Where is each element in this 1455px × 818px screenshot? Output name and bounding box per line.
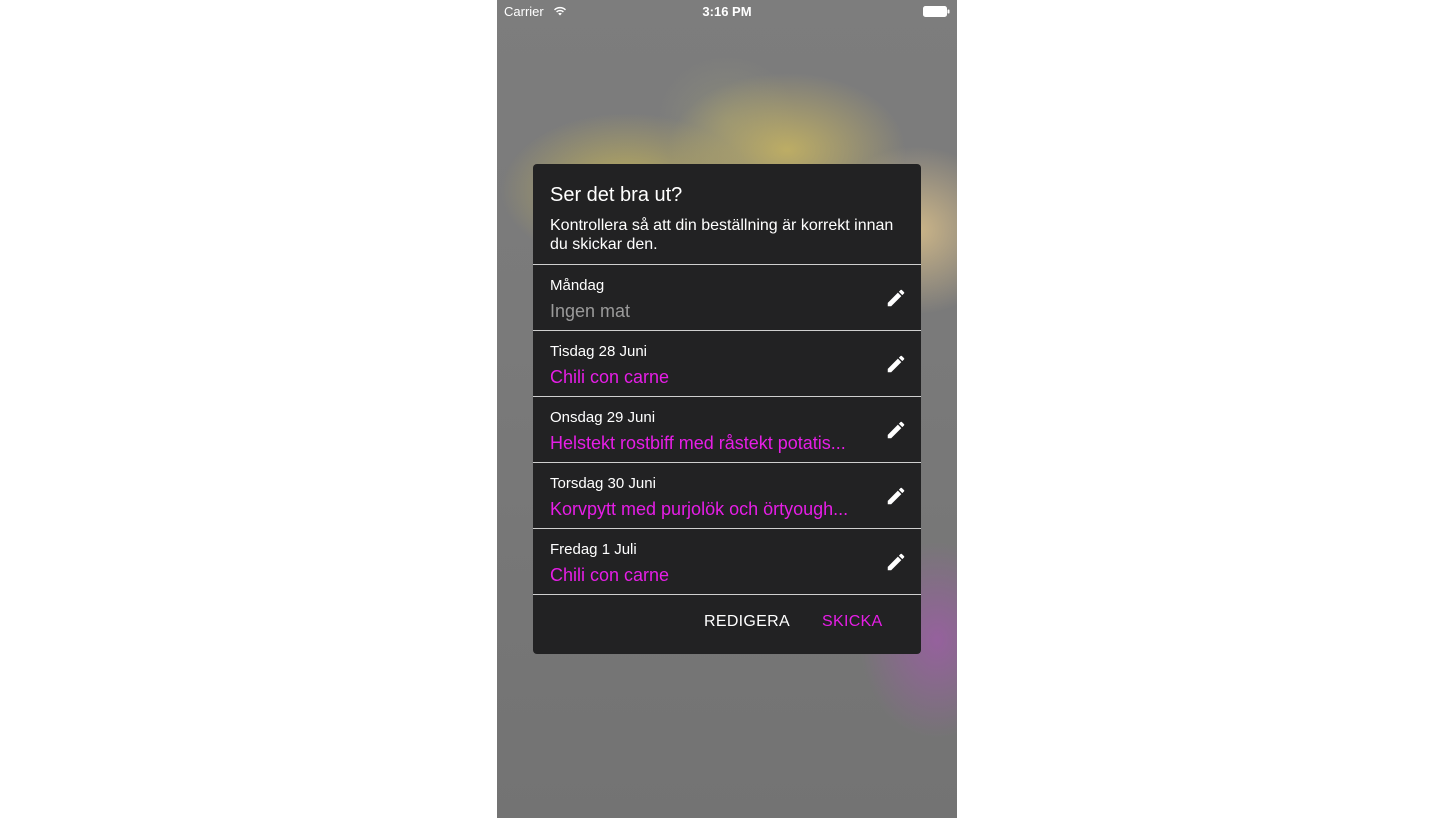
- day-label: Torsdag 30 Juni: [550, 475, 656, 492]
- day-label: Måndag: [550, 277, 605, 294]
- day-row-wednesday[interactable]: Onsdag 29 Juni Helstekt rostbiff med rås…: [533, 397, 921, 463]
- battery-icon: [923, 6, 950, 17]
- day-label: Onsdag 29 Juni: [550, 409, 656, 426]
- day-label: Fredag 1 Juli: [550, 541, 637, 558]
- pencil-icon[interactable]: [885, 353, 907, 375]
- day-row-thursday[interactable]: Torsdag 30 Juni Korvpytt med purjolök oc…: [533, 463, 921, 529]
- dialog-title: Ser det bra ut?: [550, 184, 683, 206]
- pencil-icon[interactable]: [885, 485, 907, 507]
- edit-button[interactable]: REDIGERA: [704, 613, 790, 631]
- day-row-tuesday[interactable]: Tisdag 28 Juni Chili con carne: [533, 331, 921, 397]
- dialog-message: Kontrollera så att din beställning är ko…: [550, 217, 894, 253]
- day-row-friday[interactable]: Fredag 1 Juli Chili con carne: [533, 529, 921, 595]
- status-bar: Carrier 3:16 PM: [497, 0, 957, 22]
- day-row-monday[interactable]: Måndag Ingen mat: [533, 265, 921, 331]
- phone-screen: Carrier 3:16 PM Ser det bra ut? Kontroll…: [497, 0, 957, 818]
- pencil-icon[interactable]: [885, 551, 907, 573]
- pencil-icon[interactable]: [885, 287, 907, 309]
- dialog-actions: REDIGERA SKICKA: [533, 595, 921, 651]
- meal-label: Ingen mat: [550, 301, 631, 321]
- clock-time: 3:16 PM: [702, 4, 752, 19]
- send-button[interactable]: SKICKA: [822, 613, 883, 631]
- pencil-icon[interactable]: [885, 419, 907, 441]
- order-confirmation-dialog: Ser det bra ut? Kontrollera så att din b…: [533, 164, 921, 654]
- meal-label: Korvpytt med purjolök och örtyough...: [550, 499, 849, 519]
- meal-label: Helstekt rostbiff med råstekt potatis...: [550, 433, 846, 453]
- meal-label: Chili con carne: [550, 565, 670, 585]
- meal-label: Chili con carne: [550, 367, 670, 387]
- day-label: Tisdag 28 Juni: [550, 343, 648, 360]
- dialog-header: Ser det bra ut? Kontrollera så att din b…: [533, 164, 921, 265]
